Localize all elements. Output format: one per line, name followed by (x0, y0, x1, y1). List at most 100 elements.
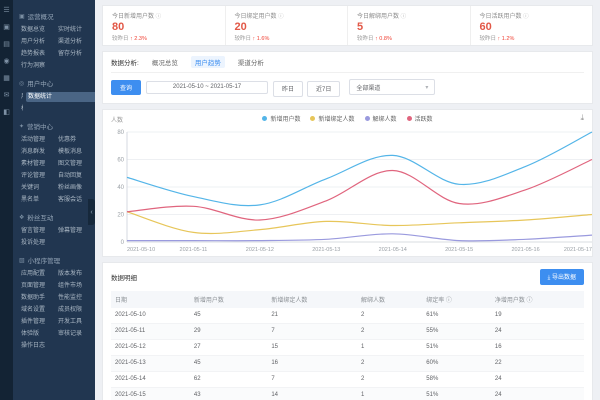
sidebar-item[interactable]: 操作日志 (19, 341, 53, 351)
sidebar-strip-icon[interactable]: ▤ (3, 40, 10, 48)
table-row[interactable]: 2021-05-14627258%24 (111, 371, 584, 387)
sidebar-item[interactable]: 数据总览 (19, 25, 53, 35)
sidebar-strip-icon[interactable]: ☰ (3, 6, 9, 14)
sidebar-item[interactable]: 关键词 (19, 183, 53, 193)
sidebar-group-title: 用户中心 (27, 78, 53, 88)
sidebar-item[interactable]: 审核记录 (56, 329, 90, 339)
sidebar-item[interactable]: 投诉处理 (19, 238, 53, 248)
sidebar-item[interactable]: 组件市场 (56, 281, 90, 291)
sidebar-item[interactable]: 消息群发 (19, 147, 53, 157)
stat-card-delta: 较昨日 ↑ 0.8% (357, 34, 461, 42)
stat-card-label: 今日绑定用户数 ⓘ (235, 11, 339, 20)
tab-item[interactable]: 概况总览 (148, 56, 182, 68)
stat-card-delta-value: 0.8% (378, 36, 392, 42)
tab-item[interactable]: 渠道分析 (234, 56, 268, 68)
stat-card-delta: 较昨日 ↑ 1.6% (235, 34, 339, 42)
stat-card[interactable]: 今日绑定用户数 ⓘ20较昨日 ↑ 1.6% (226, 6, 349, 45)
legend-item[interactable]: 解绑人数 (365, 114, 397, 123)
sidebar-item[interactable]: 活动管理 (19, 135, 53, 145)
sidebar-item[interactable]: 标签管理 (19, 104, 23, 114)
sidebar-item[interactable]: 应用配置 (19, 269, 53, 279)
export-button-label: 导出数据 (552, 275, 576, 281)
sidebar-item[interactable]: 数据助手 (19, 293, 53, 303)
sidebar-item[interactable]: 弹幕管理 (56, 226, 90, 236)
table-cell: 2 (357, 308, 422, 324)
sidebar-group: ◎用户中心用户列表数据统计标签管理 (19, 78, 90, 114)
sidebar-strip-icon[interactable]: ▣ (3, 23, 10, 31)
sidebar-item[interactable]: 用户列表 (19, 92, 23, 102)
table-row[interactable]: 2021-05-104521261%19 (111, 308, 584, 324)
sidebar-item[interactable]: 行为洞察 (19, 61, 53, 71)
data-table: 日期新增用户数新增绑定人数解绑人数绑定率 ⓘ净增用户数 ⓘ 2021-05-10… (111, 291, 584, 400)
legend-marker (407, 116, 412, 121)
table-row[interactable]: 2021-05-122715151%16 (111, 339, 584, 355)
sidebar-item[interactable]: 客服会话 (56, 195, 90, 205)
stat-card-delta-prefix: 较昨日 (357, 36, 375, 42)
sidebar-item[interactable]: 实时统计 (56, 25, 90, 35)
table-cell: 19 (491, 308, 584, 324)
table-cell: 2 (357, 371, 422, 387)
legend-item[interactable]: 新增绑定人数 (310, 114, 354, 123)
stat-card-value: 60 (480, 21, 584, 33)
quick-range-button[interactable]: 昨日 (273, 81, 303, 97)
stat-card-label: 今日解绑用户数 ⓘ (357, 11, 461, 20)
sidebar-group-title: 粉丝互动 (27, 212, 53, 222)
quick-range-button[interactable]: 近7日 (307, 81, 340, 97)
sidebar-item[interactable]: 自动回复 (56, 171, 90, 181)
stat-card[interactable]: 今日解绑用户数 ⓘ5较昨日 ↑ 0.8% (348, 6, 471, 45)
sidebar-item[interactable]: 模板消息 (56, 147, 90, 157)
sidebar-item[interactable]: 域名设置 (19, 305, 53, 315)
table-row[interactable]: 2021-05-134516260%22 (111, 355, 584, 371)
tab-active[interactable]: 用户趋势 (191, 56, 225, 68)
sidebar-item[interactable]: 留存分析 (56, 49, 90, 59)
sidebar-collapse-handle[interactable]: ‹ (88, 199, 95, 225)
sidebar-item[interactable]: 黑名单 (19, 195, 53, 205)
sidebar-item[interactable]: 页面管理 (19, 281, 53, 291)
sidebar-item[interactable]: 数据统计 (26, 92, 95, 102)
sidebar-group-icon: ✦ (19, 123, 24, 130)
table-row[interactable]: 2021-05-11297255%24 (111, 323, 584, 339)
sidebar-item[interactable]: 插件管理 (19, 317, 53, 327)
sidebar-item[interactable]: 用户分析 (19, 37, 53, 47)
sidebar-item[interactable]: 留言管理 (19, 226, 53, 236)
stat-card[interactable]: 今日活跃用户数 ⓘ60较昨日 ↑ 1.2% (471, 6, 593, 45)
sidebar-strip-icon[interactable]: ▦ (3, 74, 10, 82)
date-range-input[interactable]: 2021-05-10 ~ 2021-05-17 (146, 81, 268, 94)
table-cell: 2021-05-15 (111, 387, 190, 400)
x-tick-label: 2021-05-15 (445, 247, 473, 253)
sidebar-item[interactable]: 图文管理 (56, 159, 90, 169)
sidebar-item[interactable]: 粉丝画像 (56, 183, 90, 193)
export-button[interactable]: ⤓ 导出数据 (540, 269, 584, 285)
y-tick-label: 0 (121, 240, 125, 246)
channel-select[interactable]: 全部渠道 ▾ (349, 79, 435, 95)
sidebar-group-header: ▣运营概况 (19, 11, 90, 21)
sidebar-strip-icon[interactable]: ◉ (3, 57, 9, 65)
stat-card-label-text: 今日活跃用户数 (480, 14, 524, 20)
query-button[interactable]: 查询 (111, 80, 141, 95)
legend-item[interactable]: 活跃数 (407, 114, 433, 123)
table-cell: 2021-05-14 (111, 371, 190, 387)
download-icon[interactable]: ⤓ (580, 113, 584, 123)
sidebar-item[interactable]: 优惠券 (56, 135, 90, 145)
sidebar-group-title: 运营概况 (28, 11, 54, 21)
sidebar-item[interactable]: 开发工具 (56, 317, 90, 327)
stat-card-label: 今日新增用户数 ⓘ (112, 11, 216, 20)
table-row[interactable]: 2021-05-154314151%24 (111, 387, 584, 400)
sidebar-item[interactable]: 评论管理 (19, 171, 53, 181)
sidebar-item[interactable]: 渠道分析 (56, 37, 90, 47)
legend-item[interactable]: 新增用户数 (262, 114, 300, 123)
sidebar-item[interactable]: 成员权限 (56, 305, 90, 315)
channel-select-value: 全部渠道 (356, 83, 380, 92)
stat-card[interactable]: 今日新增用户数 ⓘ80较昨日 ↑ 2.3% (103, 6, 226, 45)
sidebar-item[interactable]: 性能监控 (56, 293, 90, 303)
sidebar-strip-icon[interactable]: ◧ (3, 108, 10, 116)
sidebar-item[interactable]: 版本发布 (56, 269, 90, 279)
sidebar-item[interactable]: 素材管理 (19, 159, 53, 169)
sidebar-item[interactable]: 体验版 (19, 329, 53, 339)
legend-label: 解绑人数 (373, 114, 397, 123)
sidebar-strip-icon[interactable]: ✉ (4, 91, 10, 99)
table-cell: 55% (422, 323, 491, 339)
sidebar-group-items: 用户列表数据统计标签管理 (19, 92, 90, 114)
table-cell: 61% (422, 308, 491, 324)
sidebar-item[interactable]: 趋势报表 (19, 49, 53, 59)
